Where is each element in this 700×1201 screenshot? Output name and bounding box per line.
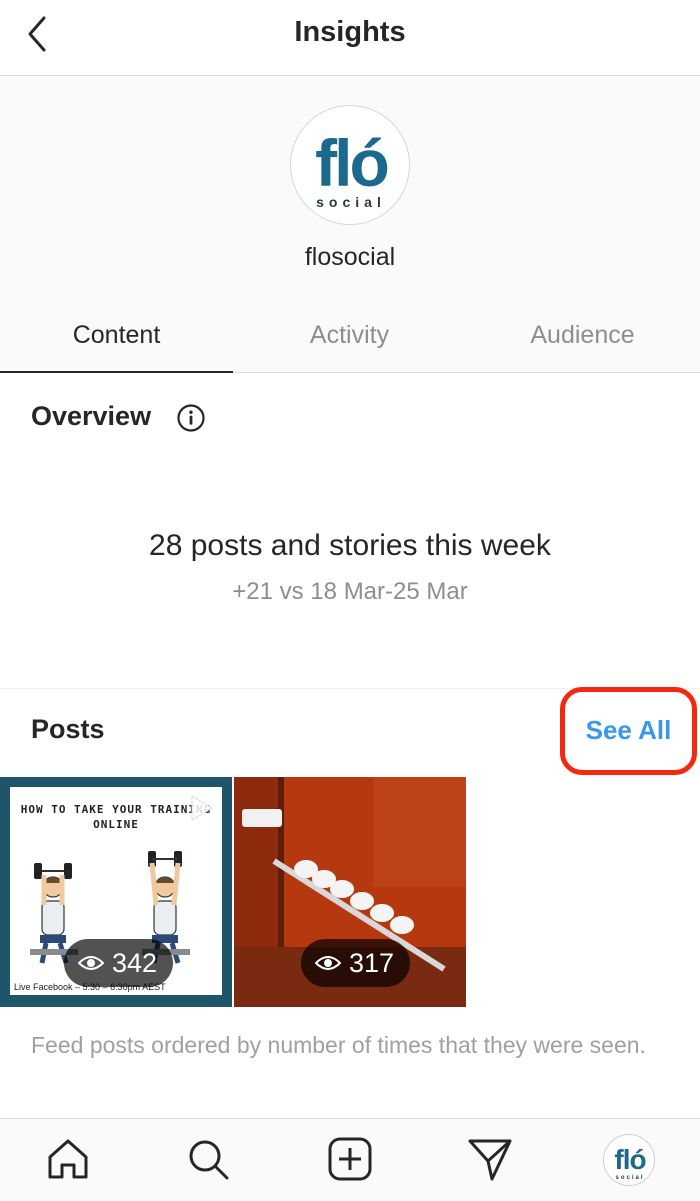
top-bar: Insights: [0, 0, 700, 76]
svg-text:social: social: [316, 194, 386, 210]
profile-username: flosocial: [304, 243, 396, 271]
see-all-link[interactable]: See All: [560, 715, 697, 746]
search-icon: [189, 1140, 229, 1180]
views-count: 342: [112, 947, 158, 978]
direct-message-icon: [468, 1139, 512, 1181]
nav-home-button[interactable]: [44, 1135, 92, 1183]
insights-tabs: Content Activity Audience: [0, 307, 700, 373]
page-title: Insights: [294, 16, 406, 48]
video-icon: [191, 795, 213, 821]
views-badge: 317: [301, 939, 411, 987]
overview-heading: Overview: [31, 401, 152, 431]
weekly-posts-stat: 28 posts and stories this week: [149, 529, 551, 562]
info-icon[interactable]: [176, 403, 206, 433]
eye-icon: [78, 956, 104, 970]
post-thumbnail[interactable]: HOW TO TAKE YOUR TRAINING ONLINE Live Fa…: [0, 777, 232, 1007]
tab-audience[interactable]: Audience: [466, 321, 699, 350]
active-tab-indicator: [0, 371, 233, 373]
views-badge: 342: [64, 939, 174, 987]
svg-text:fló: fló: [315, 126, 387, 200]
nav-profile-button[interactable]: fló social: [603, 1134, 655, 1186]
profile-avatar-icon: fló social: [614, 1144, 647, 1181]
svg-text:social: social: [615, 1175, 644, 1181]
nav-new-post-button[interactable]: [326, 1135, 374, 1183]
post-thumbnail[interactable]: 317: [234, 777, 466, 1007]
profile-header: fló social flosocial Content Activity Au…: [0, 77, 700, 373]
views-count: 317: [349, 947, 395, 978]
home-icon: [48, 1139, 88, 1179]
svg-text:fló: fló: [614, 1144, 646, 1175]
posts-sort-note: Feed posts ordered by number of times th…: [31, 1032, 646, 1058]
posts-heading: Posts: [31, 714, 105, 744]
nav-search-button[interactable]: [184, 1135, 232, 1183]
tab-activity[interactable]: Activity: [233, 321, 466, 350]
profile-avatar: fló social: [290, 105, 410, 225]
weekly-comparison: +21 vs 18 Mar-25 Mar: [232, 578, 468, 605]
new-post-icon: [328, 1137, 372, 1181]
nav-direct-button[interactable]: [466, 1135, 514, 1183]
flo-social-logo: fló social: [315, 126, 390, 210]
bottom-navigation: fló social: [0, 1118, 700, 1201]
eye-icon: [315, 956, 341, 970]
tab-content[interactable]: Content: [0, 321, 233, 350]
